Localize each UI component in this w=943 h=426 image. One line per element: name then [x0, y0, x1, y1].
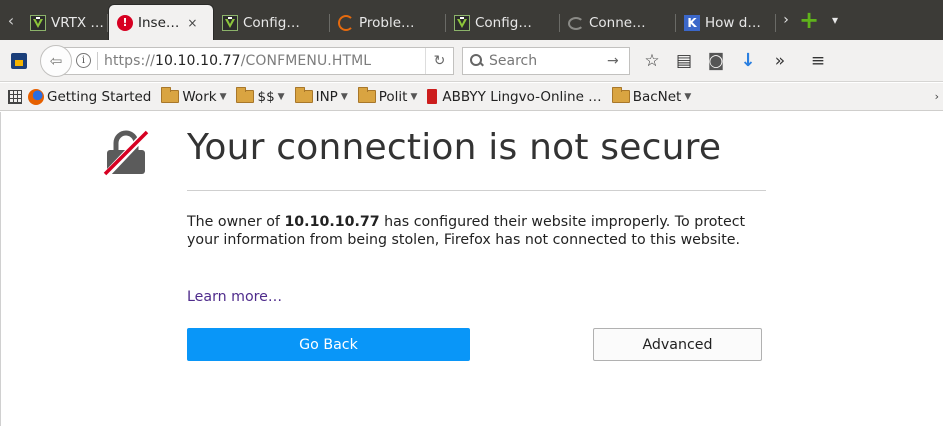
- search-icon: [469, 53, 485, 69]
- chevron-down-icon: ▼: [277, 91, 285, 102]
- tab-label: Proble…: [359, 15, 415, 31]
- tab-label: VRTX …: [51, 15, 104, 31]
- url-prefix: https://: [104, 52, 155, 69]
- tab-insecure[interactable]: ! Inse… ×: [108, 4, 214, 40]
- info-icon[interactable]: i: [76, 53, 91, 68]
- loading-ring-icon: [338, 15, 354, 31]
- tab-label: Inse…: [138, 14, 180, 31]
- bookmark-folder-polit[interactable]: Polit ▼: [357, 87, 418, 105]
- chevron-down-icon: ▼: [340, 91, 348, 102]
- tab-how-do[interactable]: K How d…: [676, 6, 776, 40]
- tab-close-icon[interactable]: ×: [187, 16, 197, 30]
- apps-grid-icon[interactable]: [8, 89, 22, 104]
- tab-label: Config…: [475, 15, 532, 31]
- tab-problem[interactable]: Proble…: [330, 6, 446, 40]
- hamburger-menu-icon[interactable]: ≡: [802, 45, 834, 77]
- folder-icon: [236, 87, 255, 103]
- reading-list-icon[interactable]: ▤: [668, 45, 700, 77]
- search-go-arrow-icon[interactable]: →: [607, 53, 629, 69]
- bookmark-label: BacNet: [632, 88, 682, 105]
- tab-bar: ‹ VRTX … ! Inse… × Config… Proble… Confi…: [0, 0, 943, 40]
- reload-icon[interactable]: ↻: [425, 47, 453, 74]
- divider: [187, 190, 766, 191]
- bookmarks-overflow-icon[interactable]: ›: [935, 90, 939, 103]
- new-tab-plus-icon[interactable]: +: [796, 0, 822, 40]
- desc-text: The owner of: [187, 214, 285, 230]
- loading-spinner-icon: [568, 16, 584, 30]
- url-host: 10.10.10.77: [154, 52, 241, 69]
- error-page: Your connection is not secure The owner …: [0, 112, 943, 426]
- bookmark-abbyy-lingvo[interactable]: ABBYY Lingvo-Online …: [427, 88, 602, 105]
- tab-label: How d…: [705, 15, 761, 31]
- pocket-icon[interactable]: ◙: [700, 45, 732, 77]
- search-placeholder: Search: [489, 52, 538, 69]
- broken-lock-icon: [103, 130, 149, 176]
- bookmark-folder-bacnet[interactable]: BacNet ▼: [611, 87, 692, 105]
- vrtx-icon: [30, 15, 46, 31]
- bookmark-getting-started[interactable]: Getting Started: [28, 88, 152, 105]
- go-back-button[interactable]: Go Back: [187, 328, 470, 361]
- chevron-down-icon: ▼: [684, 91, 692, 102]
- folder-icon: [357, 87, 376, 103]
- bookmark-folder-inp[interactable]: INP ▼: [294, 87, 348, 105]
- tab-scroll-right-button[interactable]: ›: [776, 0, 796, 40]
- url-separator: [97, 51, 98, 70]
- tab-connecting[interactable]: Conne…: [560, 6, 676, 40]
- folder-icon: [611, 87, 630, 103]
- bookmark-folder-work[interactable]: Work ▼: [161, 87, 227, 105]
- warning-icon: !: [117, 14, 133, 31]
- tab-scroll-left-button[interactable]: ‹: [0, 0, 22, 40]
- learn-more-link[interactable]: Learn more…: [187, 289, 282, 305]
- url-path: /CONFMENU.HTML: [240, 52, 372, 69]
- chevron-down-icon: ▼: [219, 91, 227, 102]
- bookmarks-toolbar: Getting Started Work ▼ $$ ▼ INP ▼ Polit …: [0, 83, 943, 111]
- bookmark-label: Getting Started: [47, 88, 152, 105]
- extension-icon[interactable]: [11, 52, 27, 69]
- tab-label: Conne…: [589, 15, 646, 31]
- bookmark-label: Work: [182, 88, 217, 105]
- tab-list-dropdown-icon[interactable]: ▾: [822, 0, 848, 40]
- advanced-button[interactable]: Advanced: [593, 328, 762, 361]
- navigation-bar: ⇦ i https://10.10.10.77/CONFMENU.HTML ↻ …: [0, 40, 943, 82]
- search-bar[interactable]: Search →: [462, 46, 630, 75]
- tab-config-2[interactable]: Config…: [446, 6, 560, 40]
- desc-host: 10.10.10.77: [284, 214, 380, 230]
- tab-config-1[interactable]: Config…: [214, 6, 330, 40]
- chevron-down-icon: ▼: [410, 91, 418, 102]
- bookmark-star-icon[interactable]: ☆: [636, 45, 668, 77]
- back-arrow-icon: ⇦: [49, 51, 63, 70]
- overflow-chevron-icon[interactable]: »: [764, 45, 796, 77]
- url-text[interactable]: https://10.10.10.77/CONFMENU.HTML: [104, 53, 425, 69]
- bookmark-label: INP: [315, 88, 338, 105]
- vrtx-icon: [222, 15, 238, 31]
- bookmark-label: Polit: [378, 88, 408, 105]
- download-icon[interactable]: ↓: [732, 45, 764, 77]
- folder-icon: [294, 87, 313, 103]
- bookmark-folder-money[interactable]: $$ ▼: [236, 87, 285, 105]
- vrtx-icon: [454, 15, 470, 31]
- tab-separator: [775, 14, 776, 32]
- abbyy-icon: [427, 89, 438, 104]
- firefox-icon: [28, 88, 44, 105]
- error-title: Your connection is not secure: [187, 127, 722, 168]
- k-icon: K: [684, 15, 700, 31]
- folder-icon: [161, 87, 180, 103]
- back-button[interactable]: ⇦: [40, 44, 72, 77]
- url-bar[interactable]: i https://10.10.10.77/CONFMENU.HTML ↻: [60, 46, 454, 75]
- error-description: The owner of 10.10.10.77 has configured …: [187, 213, 762, 249]
- tab-vrtx[interactable]: VRTX …: [22, 6, 108, 40]
- bookmark-label: $$: [257, 88, 275, 105]
- tab-label: Config…: [243, 15, 300, 31]
- bookmark-label: ABBYY Lingvo-Online …: [442, 88, 602, 105]
